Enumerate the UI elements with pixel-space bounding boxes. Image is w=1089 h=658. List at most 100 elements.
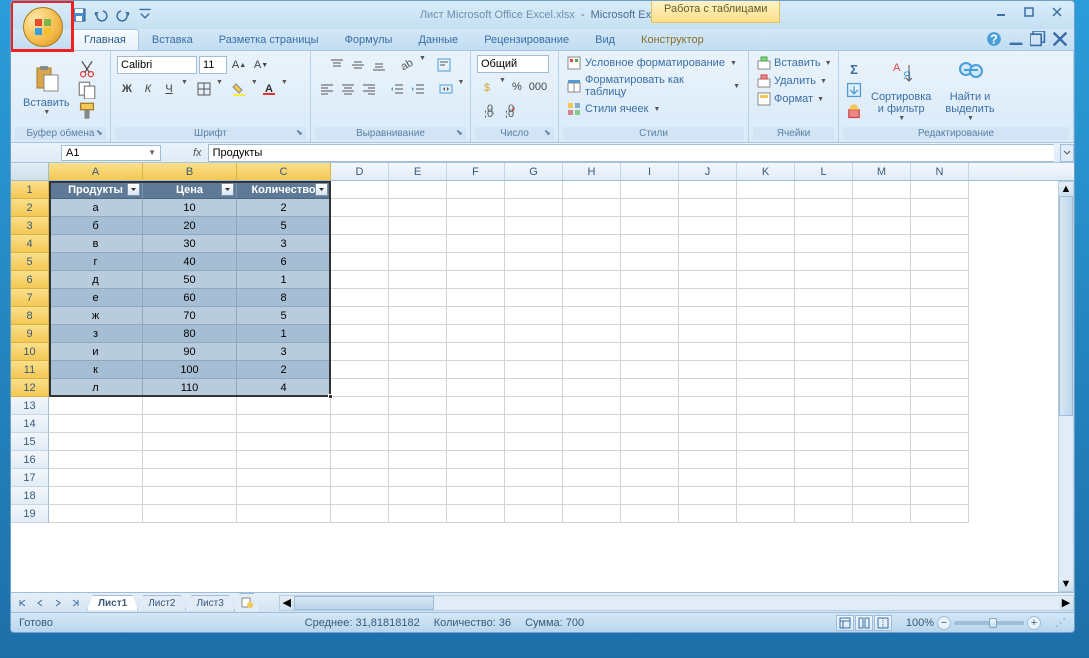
cell[interactable] [563, 469, 621, 487]
cell[interactable] [737, 379, 795, 397]
cell[interactable] [447, 271, 505, 289]
next-sheet-icon[interactable] [49, 595, 67, 611]
cell[interactable] [505, 451, 563, 469]
row-header[interactable]: 13 [11, 397, 49, 415]
cell[interactable]: ж [49, 307, 143, 325]
cell[interactable] [563, 343, 621, 361]
cell[interactable] [911, 469, 969, 487]
cell[interactable] [621, 325, 679, 343]
cell[interactable] [737, 181, 795, 199]
cell[interactable] [143, 397, 237, 415]
scroll-up-icon[interactable]: ▲ [1059, 182, 1073, 196]
percent-icon[interactable]: % [507, 77, 527, 97]
row-header[interactable]: 6 [11, 271, 49, 289]
cell[interactable] [331, 325, 389, 343]
cell[interactable] [621, 487, 679, 505]
cell[interactable] [49, 415, 143, 433]
cell[interactable]: и [49, 343, 143, 361]
select-all-corner[interactable] [11, 163, 49, 180]
align-top-icon[interactable] [327, 55, 347, 75]
cell[interactable] [795, 325, 853, 343]
close-button[interactable] [1044, 3, 1070, 21]
cell[interactable] [331, 307, 389, 325]
row-header[interactable]: 12 [11, 379, 49, 397]
expand-formula-bar-icon[interactable] [1060, 144, 1074, 162]
cell[interactable] [563, 487, 621, 505]
zoom-in-button[interactable]: + [1027, 616, 1041, 630]
cell[interactable] [911, 325, 969, 343]
wrap-text-icon[interactable] [434, 55, 454, 75]
cell[interactable] [853, 325, 911, 343]
delete-cells-button[interactable]: Удалить▼ [755, 73, 829, 89]
cell[interactable] [679, 469, 737, 487]
cell[interactable] [389, 415, 447, 433]
cell[interactable]: 70 [143, 307, 237, 325]
cell[interactable] [505, 253, 563, 271]
cell[interactable]: 3 [237, 235, 331, 253]
save-icon[interactable] [71, 7, 87, 23]
cell[interactable] [447, 505, 505, 523]
cell[interactable] [331, 343, 389, 361]
cell[interactable] [621, 451, 679, 469]
cell[interactable]: 2 [237, 361, 331, 379]
increase-indent-icon[interactable] [408, 79, 428, 99]
cell[interactable] [331, 253, 389, 271]
format-painter-icon[interactable] [78, 102, 96, 120]
cell[interactable] [389, 307, 447, 325]
cell[interactable] [447, 253, 505, 271]
undo-icon[interactable] [93, 7, 109, 23]
cell[interactable] [679, 361, 737, 379]
row-header[interactable]: 1 [11, 181, 49, 199]
cell[interactable] [621, 307, 679, 325]
cell[interactable]: 110 [143, 379, 237, 397]
cell[interactable] [853, 235, 911, 253]
tab-home[interactable]: Главная [71, 29, 139, 50]
hscroll-thumb[interactable] [294, 596, 434, 610]
cell[interactable] [679, 307, 737, 325]
cell[interactable]: е [49, 289, 143, 307]
cell[interactable] [795, 451, 853, 469]
cell[interactable] [621, 415, 679, 433]
cell[interactable] [331, 433, 389, 451]
cell[interactable] [389, 505, 447, 523]
cell[interactable] [49, 469, 143, 487]
cell[interactable]: 5 [237, 307, 331, 325]
cell[interactable] [237, 397, 331, 415]
cell[interactable] [911, 199, 969, 217]
cell[interactable] [853, 271, 911, 289]
cell[interactable]: б [49, 217, 143, 235]
cell[interactable] [853, 487, 911, 505]
column-header[interactable]: H [563, 163, 621, 180]
sort-filter-button[interactable]: АЯ Сортировка и фильтр▼ [865, 55, 937, 125]
cell[interactable] [49, 505, 143, 523]
find-select-button[interactable]: Найти и выделить▼ [939, 55, 1000, 125]
cell[interactable] [447, 217, 505, 235]
column-header[interactable]: F [447, 163, 505, 180]
cell[interactable] [679, 487, 737, 505]
format-cells-button[interactable]: Формат▼ [755, 91, 826, 107]
cell[interactable] [563, 379, 621, 397]
cell[interactable] [853, 361, 911, 379]
cell[interactable]: 50 [143, 271, 237, 289]
cell[interactable] [737, 271, 795, 289]
cell[interactable] [563, 361, 621, 379]
cell[interactable] [621, 271, 679, 289]
cell[interactable] [143, 433, 237, 451]
cell[interactable]: а [49, 199, 143, 217]
cell[interactable]: 10 [143, 199, 237, 217]
cell[interactable] [911, 415, 969, 433]
cell[interactable] [795, 415, 853, 433]
grid-body[interactable]: 1ПродуктыЦенаКоличество2а1023б2054в3035г… [11, 181, 1074, 523]
cell[interactable] [389, 379, 447, 397]
cell[interactable] [795, 343, 853, 361]
cell[interactable] [621, 235, 679, 253]
cell[interactable] [389, 217, 447, 235]
cell[interactable]: л [49, 379, 143, 397]
cell[interactable] [679, 271, 737, 289]
cell[interactable] [447, 289, 505, 307]
zoom-slider-thumb[interactable] [989, 618, 997, 628]
cell[interactable] [331, 271, 389, 289]
vscroll-thumb[interactable] [1059, 196, 1073, 416]
cell[interactable] [563, 181, 621, 199]
page-layout-view-icon[interactable] [855, 615, 873, 631]
